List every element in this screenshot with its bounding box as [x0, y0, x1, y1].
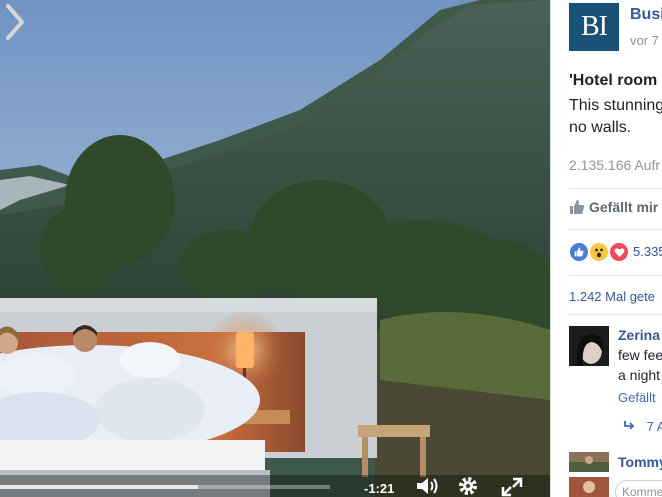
commenter-avatar[interactable] — [569, 326, 609, 366]
post-text-line: This stunning — [569, 97, 662, 114]
divider — [569, 275, 662, 276]
video-frame-scene — [0, 0, 550, 497]
post-sidebar: BI Busi vor 7 'Hotel room This stunning … — [550, 0, 662, 497]
comment-text-line: few fee — [618, 347, 662, 363]
divider — [569, 229, 662, 230]
divider — [569, 188, 662, 189]
comment-input[interactable]: Komme — [615, 480, 662, 497]
like-button[interactable]: Gefällt mir — [569, 199, 658, 215]
post-timestamp[interactable]: vor 7 — [630, 33, 659, 48]
love-reaction-icon — [609, 242, 629, 262]
comment-like-link[interactable]: Gefällt — [618, 390, 656, 405]
video-controls: -1:21 — [0, 475, 550, 497]
divider — [569, 314, 662, 315]
next-video-arrow-icon[interactable] — [0, 0, 30, 44]
avatar-text: BI — [581, 11, 608, 42]
post-text-line: no walls. — [569, 119, 632, 136]
reaction-count: 5.335 — [633, 244, 662, 259]
current-user-avatar — [569, 477, 609, 497]
progress-fill — [0, 485, 198, 489]
like-label: Gefällt mir — [589, 199, 659, 215]
page-avatar[interactable]: BI — [569, 3, 619, 51]
commenter-name[interactable]: Zerina — [618, 327, 660, 343]
fullscreen-icon[interactable] — [499, 475, 525, 497]
video-player[interactable]: -1:21 — [0, 0, 550, 497]
comment-text-line: a night — [618, 367, 661, 383]
comment-placeholder: Komme — [622, 485, 662, 497]
settings-gear-icon[interactable] — [455, 475, 481, 497]
share-count[interactable]: 1.242 Mal gete — [569, 289, 655, 304]
like-reaction-icon — [569, 242, 589, 262]
view-count: 2.135.166 Aufr — [569, 157, 661, 173]
page-name-link[interactable]: Busi — [630, 6, 662, 24]
volume-icon[interactable] — [414, 475, 440, 497]
commenter-name[interactable]: Tommy — [618, 454, 662, 470]
thumbs-up-icon — [570, 200, 585, 214]
wow-reaction-icon — [589, 242, 609, 262]
time-remaining: -1:21 — [364, 481, 395, 496]
commenter-avatar[interactable] — [569, 452, 609, 472]
replies-link[interactable]: 7 A — [623, 419, 662, 434]
reply-arrow-icon — [624, 421, 635, 430]
post-text: This stunning no walls. — [569, 95, 662, 139]
reply-count: 7 A — [646, 419, 662, 434]
post-title: 'Hotel room — [569, 72, 658, 89]
progress-bar[interactable] — [0, 485, 330, 489]
